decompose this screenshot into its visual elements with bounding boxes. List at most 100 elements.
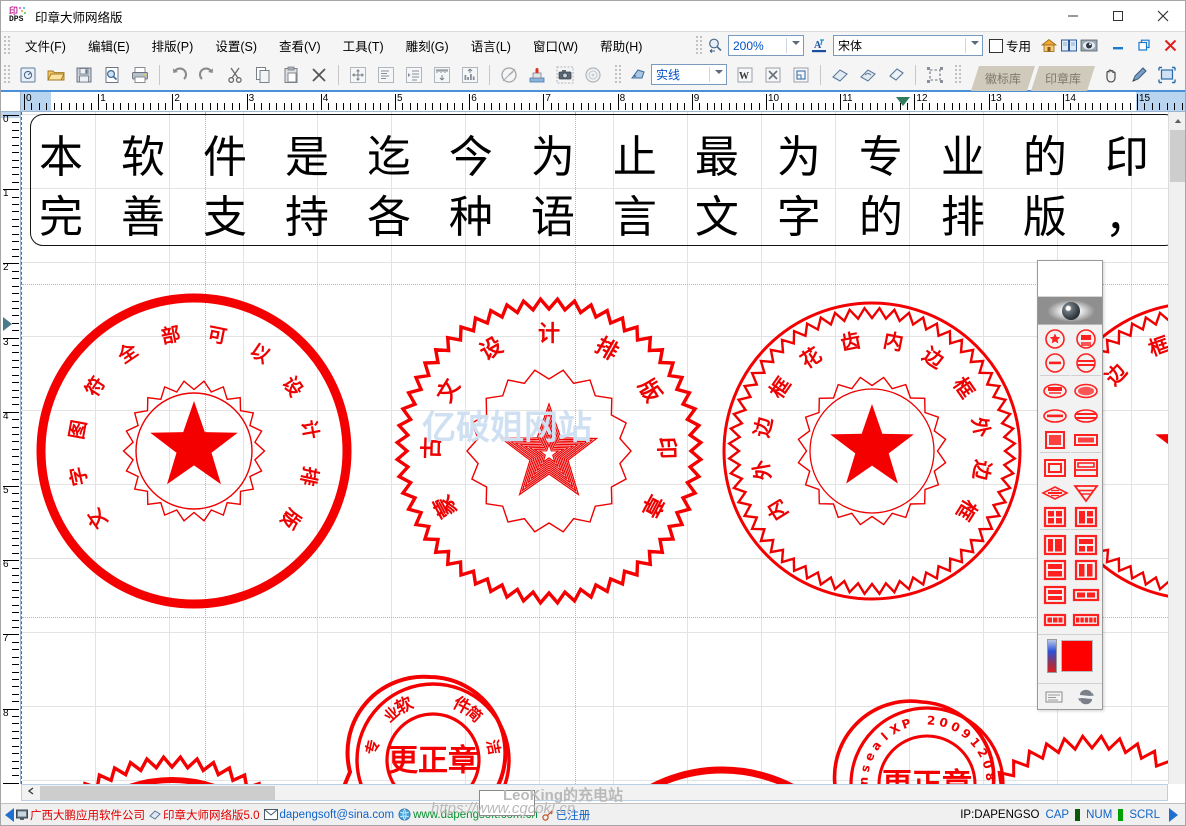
zoom-level-combo[interactable]: 200% [727, 35, 804, 56]
align-center-button[interactable] [346, 63, 370, 87]
menu-help[interactable]: 帮助(H) [589, 32, 653, 59]
status-company[interactable]: 广西大鹏应用软件公司 [16, 807, 145, 823]
font-color-icon[interactable]: A [810, 36, 830, 56]
eye-preview-icon[interactable] [1038, 297, 1102, 325]
print-button[interactable] [128, 63, 152, 87]
menu-edit[interactable]: 编辑(E) [77, 32, 141, 59]
new-button[interactable] [16, 63, 40, 87]
group-select-button[interactable] [923, 63, 947, 87]
refresh-icon[interactable] [1076, 687, 1096, 707]
shape-cells-3[interactable] [1040, 608, 1070, 632]
shape-split-bottom[interactable] [1040, 558, 1070, 582]
shape-diamond[interactable] [1040, 481, 1070, 505]
chevron-down-icon[interactable] [791, 41, 800, 45]
menu-file[interactable]: 文件(F) [14, 32, 77, 59]
book-icon[interactable] [1059, 36, 1079, 56]
line-style-combo[interactable]: 实线 [651, 64, 727, 85]
tabs-grip[interactable] [955, 64, 963, 85]
stamp-winseal[interactable]: WinsealXP 20091208 Developer *更正章 [824, 699, 1005, 784]
shape-grid-4[interactable] [1040, 506, 1070, 530]
shape-circle-bar[interactable] [1040, 352, 1070, 376]
stamp-round-gear-star[interactable]: 文字图符全部 可以设计排版 [36, 293, 352, 609]
status-email-label[interactable]: dapengsoft@sina.com [280, 809, 395, 821]
dedicated-checkbox[interactable] [988, 38, 1003, 53]
copy-button[interactable] [251, 63, 275, 87]
stamp-serrated-star[interactable]: 蒙古文设计排版印章 [394, 296, 704, 606]
tag1-button[interactable] [828, 63, 852, 87]
menu-grip-handle[interactable] [4, 35, 12, 56]
camera-button[interactable] [553, 63, 577, 87]
zoom-icon[interactable] [706, 36, 726, 56]
undo-button[interactable] [167, 63, 191, 87]
design-canvas[interactable]: 本 软 件 是 迄 今 为 止 最 为 专 业 的 印 章 设 计 与 制 作 … [21, 112, 1168, 784]
menu-tools[interactable]: 工具(T) [332, 32, 395, 59]
tab-seal-library[interactable]: 印章库 [1031, 66, 1095, 91]
chevron-down-icon[interactable] [715, 70, 723, 74]
redo-button[interactable] [195, 63, 219, 87]
stamp-outer-border[interactable]: 内外边框花齿 内边框外边框 [722, 301, 1022, 601]
indent-button[interactable] [402, 63, 426, 87]
stamp-bottom-mid[interactable]: 排版 [570, 766, 874, 784]
disc-button[interactable] [581, 63, 605, 87]
shape-icon-grid[interactable] [1038, 325, 1102, 634]
shape-rect-dots[interactable] [1040, 429, 1070, 453]
status-right-arrow-icon[interactable] [1169, 807, 1178, 822]
mdi-close-button[interactable] [1157, 34, 1183, 58]
mdi-minimize-button[interactable] [1105, 34, 1131, 58]
shape-split-left[interactable] [1040, 533, 1070, 557]
horizontal-scrollbar[interactable] [21, 784, 1168, 801]
home-icon[interactable] [1039, 36, 1059, 56]
image-export-button[interactable] [789, 63, 813, 87]
align-left-button[interactable] [374, 63, 398, 87]
shape-ellipse-bar2[interactable] [1071, 404, 1101, 428]
eye-icon[interactable] [1079, 36, 1099, 56]
shape-split-vertical[interactable] [1071, 558, 1101, 582]
vertical-scrollbar[interactable] [1168, 112, 1185, 784]
minimize-button[interactable] [1050, 1, 1095, 31]
pan-hand-button[interactable] [1099, 63, 1123, 87]
close-button[interactable] [1140, 1, 1185, 31]
scroll-up-button[interactable] [1169, 112, 1185, 129]
vertical-scroll-thumb[interactable] [1170, 130, 1185, 182]
status-email[interactable]: dapengsoft@sina.com [263, 809, 395, 821]
status-left-arrow-icon[interactable] [5, 807, 14, 822]
maximize-button[interactable] [1095, 1, 1140, 31]
pen-button[interactable] [1127, 63, 1151, 87]
open-button[interactable] [44, 63, 68, 87]
shape-rect-dots-wide[interactable] [1071, 429, 1101, 453]
menu-language[interactable]: 语言(L) [460, 32, 522, 59]
font-family-combo[interactable]: 宋体 [832, 35, 983, 56]
shape-circle-bars[interactable] [1071, 352, 1101, 376]
stamp-button[interactable] [525, 63, 549, 87]
dedicated-checkbox-group[interactable]: 专用 [988, 36, 1031, 55]
shape-circle-star[interactable] [1040, 327, 1070, 351]
delete-button[interactable] [307, 63, 331, 87]
save-button[interactable] [72, 63, 96, 87]
ruler-origin-corner[interactable] [1, 92, 21, 112]
scroll-left-button[interactable] [22, 787, 39, 798]
shape-triangle-down[interactable] [1071, 481, 1101, 505]
list-icon[interactable] [1044, 687, 1064, 707]
shape-split-rows[interactable] [1040, 583, 1070, 607]
seal-stamps-layer[interactable]: 文字图符全部可以设计排版蒙古文设计排版印章内外边框花齿内边框外边框内外边框软件专… [22, 112, 1168, 784]
zoom-group-grip[interactable] [695, 35, 704, 56]
horizontal-scroll-thumb[interactable] [40, 786, 275, 800]
fit-image-button[interactable] [1155, 63, 1179, 87]
chart-button[interactable] [458, 63, 482, 87]
chevron-down-icon[interactable] [970, 41, 979, 45]
stamp-bottom-left[interactable]: 排版文字 [22, 754, 327, 784]
shape-grid-3[interactable] [1071, 506, 1101, 530]
menu-window[interactable]: 窗口(W) [522, 32, 589, 59]
paste-button[interactable] [279, 63, 303, 87]
shape-ellipse-hatch[interactable] [1071, 379, 1101, 403]
panel-color-row[interactable] [1038, 634, 1102, 677]
shape-rect-split[interactable] [1071, 456, 1101, 480]
shape-split-top[interactable] [1071, 533, 1101, 557]
status-product[interactable]: 印章大师网络版5.0 [149, 807, 260, 823]
cut-button[interactable] [223, 63, 247, 87]
excel-export-button[interactable] [761, 63, 785, 87]
menu-settings[interactable]: 设置(S) [204, 32, 268, 59]
shape-rect-inner[interactable] [1040, 456, 1070, 480]
stamp-correction-soft[interactable]: 软件专业简洁公司更正章 [340, 674, 511, 784]
toolbar-group2-grip[interactable] [615, 64, 623, 85]
